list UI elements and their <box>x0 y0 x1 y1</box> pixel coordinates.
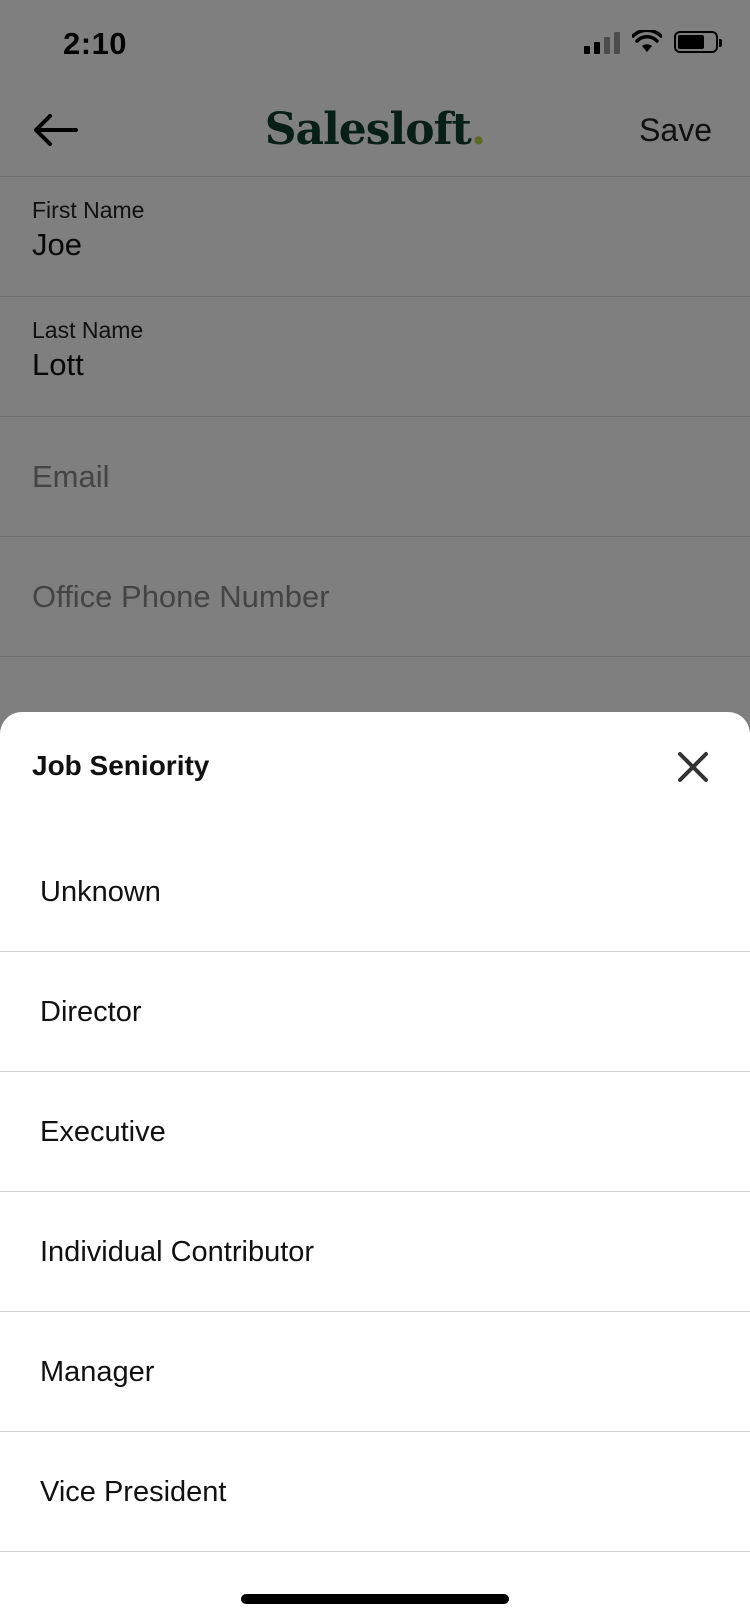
home-indicator <box>241 1594 509 1604</box>
option-label: Executive <box>40 1116 166 1148</box>
close-icon[interactable] <box>676 750 710 784</box>
option-label: Unknown <box>40 876 161 908</box>
option-vice-president[interactable]: Vice President <box>0 1432 750 1552</box>
job-seniority-sheet: Job Seniority Unknown Director Executive… <box>0 712 750 1624</box>
option-label: Individual Contributor <box>40 1236 315 1268</box>
option-manager[interactable]: Manager <box>0 1312 750 1432</box>
option-label: Vice President <box>40 1476 227 1508</box>
option-director[interactable]: Director <box>0 952 750 1072</box>
sheet-title: Job Seniority <box>32 750 210 781</box>
option-individual-contributor[interactable]: Individual Contributor <box>0 1192 750 1312</box>
seniority-options-list: Unknown Director Executive Individual Co… <box>0 832 750 1552</box>
option-label: Manager <box>40 1356 155 1388</box>
option-label: Director <box>40 996 142 1028</box>
option-executive[interactable]: Executive <box>0 1072 750 1192</box>
option-unknown[interactable]: Unknown <box>0 832 750 952</box>
